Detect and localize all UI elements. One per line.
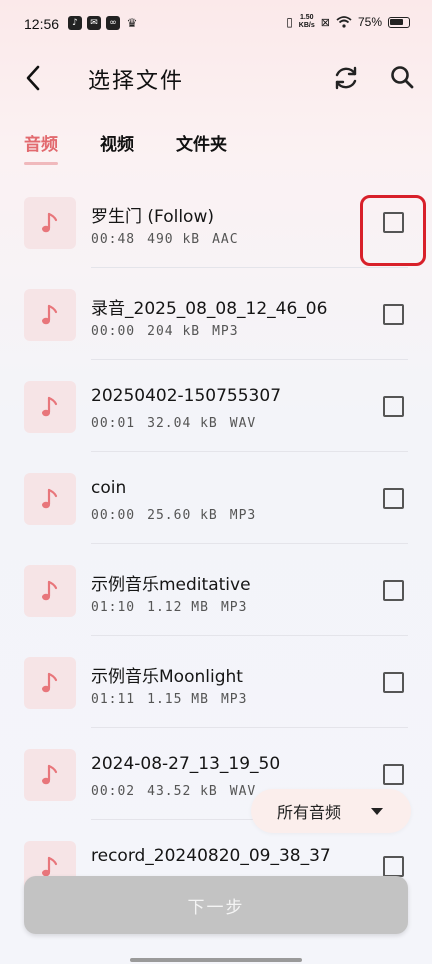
file-row[interactable]: 示例音乐meditative 01:10 1.12 MB MP3	[0, 544, 432, 636]
wifi-icon	[336, 16, 352, 28]
file-size: 1.12 MB	[147, 600, 209, 615]
file-checkbox[interactable]	[383, 212, 404, 233]
refresh-icon	[335, 66, 357, 90]
search-button[interactable]	[388, 63, 416, 91]
file-name: coin	[91, 478, 127, 498]
file-size: 204 kB	[147, 324, 201, 339]
media-tabs: 音频 视频 文件夹	[24, 130, 269, 165]
audio-thumbnail	[24, 197, 76, 249]
file-meta: 00:01 32.04 kB WAV	[91, 416, 268, 431]
file-checkbox[interactable]	[383, 764, 404, 785]
file-duration: 00:00	[91, 508, 136, 523]
file-format: AAC	[212, 232, 239, 247]
file-checkbox[interactable]	[383, 304, 404, 325]
file-format: WAV	[229, 416, 257, 431]
audio-filter-dropdown[interactable]: 所有音频	[251, 789, 411, 833]
file-duration: 00:48	[91, 232, 136, 247]
file-name: 2024-08-27_13_19_50	[91, 754, 281, 774]
net-speed-value: 1.50	[299, 14, 314, 21]
home-indicator[interactable]	[130, 958, 302, 962]
audio-thumbnail	[24, 657, 76, 709]
file-meta: 00:02 43.52 kB WAV	[91, 784, 268, 799]
search-icon	[391, 66, 414, 89]
tab-video[interactable]: 视频	[100, 130, 134, 165]
tab-audio[interactable]: 音频	[24, 130, 58, 165]
file-format: MP3	[229, 508, 257, 523]
music-note-icon	[42, 488, 58, 509]
file-format: MP3	[220, 692, 248, 707]
file-checkbox[interactable]	[383, 488, 404, 509]
file-meta: 01:10 1.12 MB MP3	[91, 600, 259, 615]
music-note-icon	[42, 304, 58, 325]
battery-icon	[388, 16, 410, 28]
file-size: 43.52 kB	[147, 784, 218, 799]
page-title: 选择文件	[88, 69, 185, 94]
file-row[interactable]: 示例音乐Moonlight 01:11 1.15 MB MP3	[0, 636, 432, 728]
tab-folder[interactable]: 文件夹	[176, 130, 227, 165]
file-duration: 00:00	[91, 324, 136, 339]
audio-thumbnail	[24, 381, 76, 433]
notification-icons: ♪ ✉ ∞ ♛	[68, 16, 139, 30]
file-row[interactable]: 录音_2025_08_08_12_46_06 00:00 204 kB MP3	[0, 268, 432, 360]
app-icon: ∞	[106, 16, 120, 30]
crown-icon: ♛	[126, 16, 138, 30]
file-checkbox[interactable]	[383, 672, 404, 693]
file-name: 20250402-150755307	[91, 386, 282, 406]
file-duration: 00:02	[91, 784, 136, 799]
music-note-icon	[42, 580, 58, 601]
status-bar: 12:56 ♪ ✉ ∞ ♛ ▯ 1.50 KB/s ⊠ 75%	[0, 0, 432, 52]
status-time: 12:56	[24, 16, 60, 32]
file-meta: 00:00 204 kB MP3	[91, 324, 251, 339]
music-note-icon	[42, 212, 58, 233]
file-row[interactable]: 20250402-150755307 00:01 32.04 kB WAV	[0, 360, 432, 452]
audio-thumbnail	[24, 473, 76, 525]
app-bar: 选择文件	[0, 52, 432, 104]
file-format: MP3	[212, 324, 239, 339]
audio-thumbnail	[24, 565, 76, 617]
file-duration: 01:10	[91, 600, 136, 615]
file-meta: 01:11 1.15 MB MP3	[91, 692, 259, 707]
refresh-button[interactable]	[331, 63, 361, 93]
mail-icon: ✉	[87, 16, 101, 30]
music-note-icon	[42, 764, 58, 785]
filter-label: 所有音频	[277, 803, 342, 822]
file-size: 490 kB	[147, 232, 201, 247]
vibrate-icon: ▯	[286, 15, 293, 29]
file-size: 25.60 kB	[147, 508, 218, 523]
status-right: ▯ 1.50 KB/s ⊠ 75%	[286, 14, 410, 30]
file-format: MP3	[220, 600, 248, 615]
back-button[interactable]	[20, 64, 48, 92]
file-checkbox[interactable]	[383, 856, 404, 877]
tiktok-icon: ♪	[68, 16, 82, 30]
file-duration: 00:01	[91, 416, 136, 431]
file-duration: 01:11	[91, 692, 136, 707]
file-format: WAV	[229, 784, 257, 799]
file-row[interactable]: coin 00:00 25.60 kB MP3	[0, 452, 432, 544]
audio-thumbnail	[24, 749, 76, 801]
file-row[interactable]: 罗生门 (Follow) 00:48 490 kB AAC	[0, 176, 432, 268]
music-note-icon	[42, 672, 58, 693]
audio-thumbnail	[24, 289, 76, 341]
file-checkbox[interactable]	[383, 396, 404, 417]
file-meta: 00:48 490 kB AAC	[91, 232, 251, 247]
data-off-icon: ⊠	[320, 16, 330, 29]
net-speed-unit: KB/s	[298, 22, 315, 29]
file-meta: 00:00 25.60 kB MP3	[91, 508, 268, 523]
caret-down-icon	[371, 808, 383, 815]
file-name: 罗生门 (Follow)	[91, 207, 214, 227]
file-name: 录音_2025_08_08_12_46_06	[91, 299, 328, 319]
next-step-button[interactable]: 下一步	[24, 876, 408, 934]
file-checkbox[interactable]	[383, 580, 404, 601]
file-name: 示例音乐Moonlight	[91, 667, 243, 687]
file-name: record_20240820_09_38_37	[91, 846, 331, 866]
net-speed: 1.50 KB/s	[299, 14, 315, 30]
file-size: 32.04 kB	[147, 416, 218, 431]
music-note-icon	[42, 396, 58, 417]
back-arrow-icon	[26, 65, 40, 91]
file-name: 示例音乐meditative	[91, 575, 251, 595]
file-size: 1.15 MB	[147, 692, 209, 707]
battery-percent: 75%	[357, 15, 382, 29]
